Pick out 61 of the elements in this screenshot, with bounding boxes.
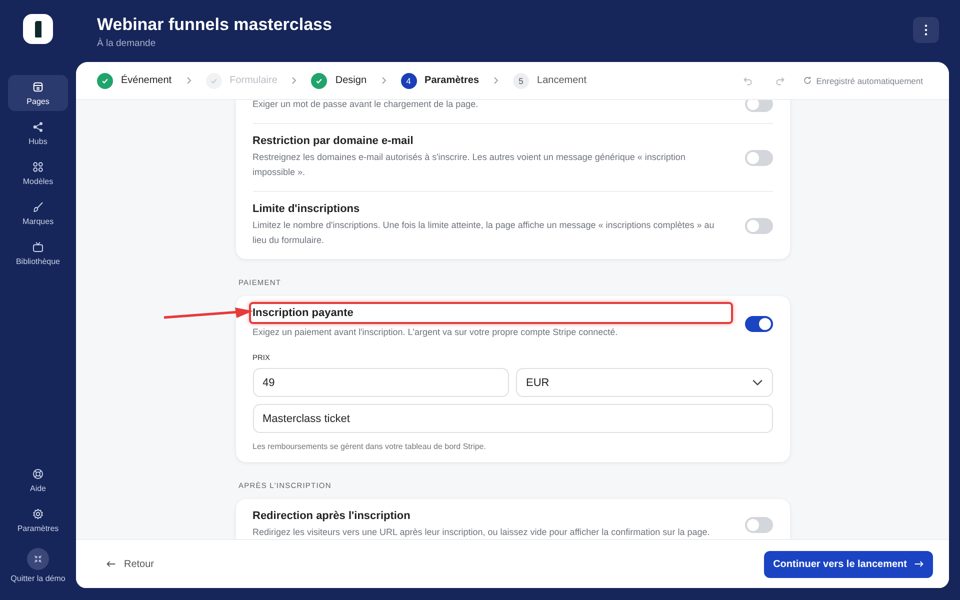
share-icon: [32, 121, 44, 133]
toggle-switch[interactable]: [744, 218, 772, 234]
app-logo[interactable]: [23, 14, 53, 44]
arrow-left-icon: [106, 560, 116, 568]
price-input[interactable]: 49: [252, 368, 509, 397]
setting-title: Inscription payante: [248, 302, 732, 324]
step-tab[interactable]: Design: [311, 72, 367, 88]
more-button[interactable]: [913, 17, 939, 43]
more-icon: [924, 24, 928, 36]
setting-title: Restriction par domaine e-mail: [252, 135, 414, 147]
brush-icon: [32, 201, 44, 213]
sidebar-item[interactable]: Hubs: [8, 115, 68, 151]
help-icon: [32, 468, 44, 480]
step-number: 4: [400, 72, 417, 88]
product-name-input[interactable]: Masterclass ticket: [252, 404, 772, 433]
page-icon: [32, 81, 44, 93]
setting-title: Redirection après l'inscription: [252, 510, 412, 522]
sidebar-item[interactable]: Quitter la démo: [8, 542, 68, 588]
settings-icon: [32, 508, 44, 520]
chevron-icon: [186, 76, 192, 85]
page-title: Webinar funnels masterclass: [97, 15, 333, 35]
toggle-switch[interactable]: [744, 100, 772, 112]
toggle-switch[interactable]: [744, 517, 772, 533]
help-text: Les remboursements se gèrent dans votre tableau de bord Stripe.: [252, 442, 487, 451]
currency-select[interactable]: EUR: [516, 368, 772, 397]
back-button[interactable]: Retour: [100, 558, 160, 570]
check-icon: [97, 72, 113, 88]
collapse-icon: [27, 548, 49, 570]
sidebar-item[interactable]: Pages: [8, 75, 68, 111]
check-icon: [311, 72, 328, 88]
undo-icon: [743, 76, 754, 86]
autosave-status: Enregistré automatiquement: [816, 76, 923, 86]
sidebar-item[interactable]: Paramètres: [8, 502, 68, 538]
step-tab[interactable]: 4 Paramètres: [400, 72, 480, 88]
setting-description: Redirigez les visiteurs vers une URL après leur inscription, ou laissez vide pour afficher la confirmation sur la page.: [252, 526, 711, 539]
arrow-right-icon: [914, 560, 924, 568]
sidebar-item[interactable]: Modèles: [8, 155, 68, 191]
grid-icon: [32, 161, 44, 173]
sidebar-item[interactable]: Aide: [8, 462, 68, 498]
refresh-icon: [803, 76, 812, 85]
sidebar-item[interactable]: Bibliothèque: [8, 235, 68, 271]
setting-description: Exigez un paiement avant l'inscription. L'argent va sur votre propre compte Stripe connecté.: [252, 326, 619, 339]
chevron-icon: [291, 76, 298, 85]
setting-description: Restreignez les domaines e-mail autorisés à s'inscrire. Les autres voient un message générique « inscription impossible ».: [252, 151, 686, 179]
step-tab[interactable]: Événement: [97, 72, 172, 88]
check-icon: [206, 72, 222, 88]
toggle-switch[interactable]: [744, 316, 772, 332]
continue-button[interactable]: Continuer vers le lancement: [764, 550, 933, 578]
chevron-down-icon: [752, 379, 762, 386]
setting-description: Exiger un mot de passe avant le chargement de la page.: [252, 100, 480, 111]
step-number: 5: [513, 72, 530, 88]
redo-icon: [775, 76, 786, 86]
sidebar-item[interactable]: Marques: [8, 195, 68, 231]
tv-icon: [32, 241, 44, 253]
toggle-switch[interactable]: [744, 150, 772, 166]
chevron-icon: [380, 76, 387, 85]
step-tab[interactable]: 5 Lancement: [513, 72, 586, 88]
setting-description: Limitez le nombre d'inscriptions. Une fois la limite atteinte, la page affiche un message « inscriptions complètes » au lieu du formulaire.: [252, 219, 716, 247]
chevron-icon: [493, 76, 500, 85]
setting-title: Limite d'inscriptions: [252, 203, 361, 215]
page-subtitle: À la demande: [97, 38, 157, 49]
